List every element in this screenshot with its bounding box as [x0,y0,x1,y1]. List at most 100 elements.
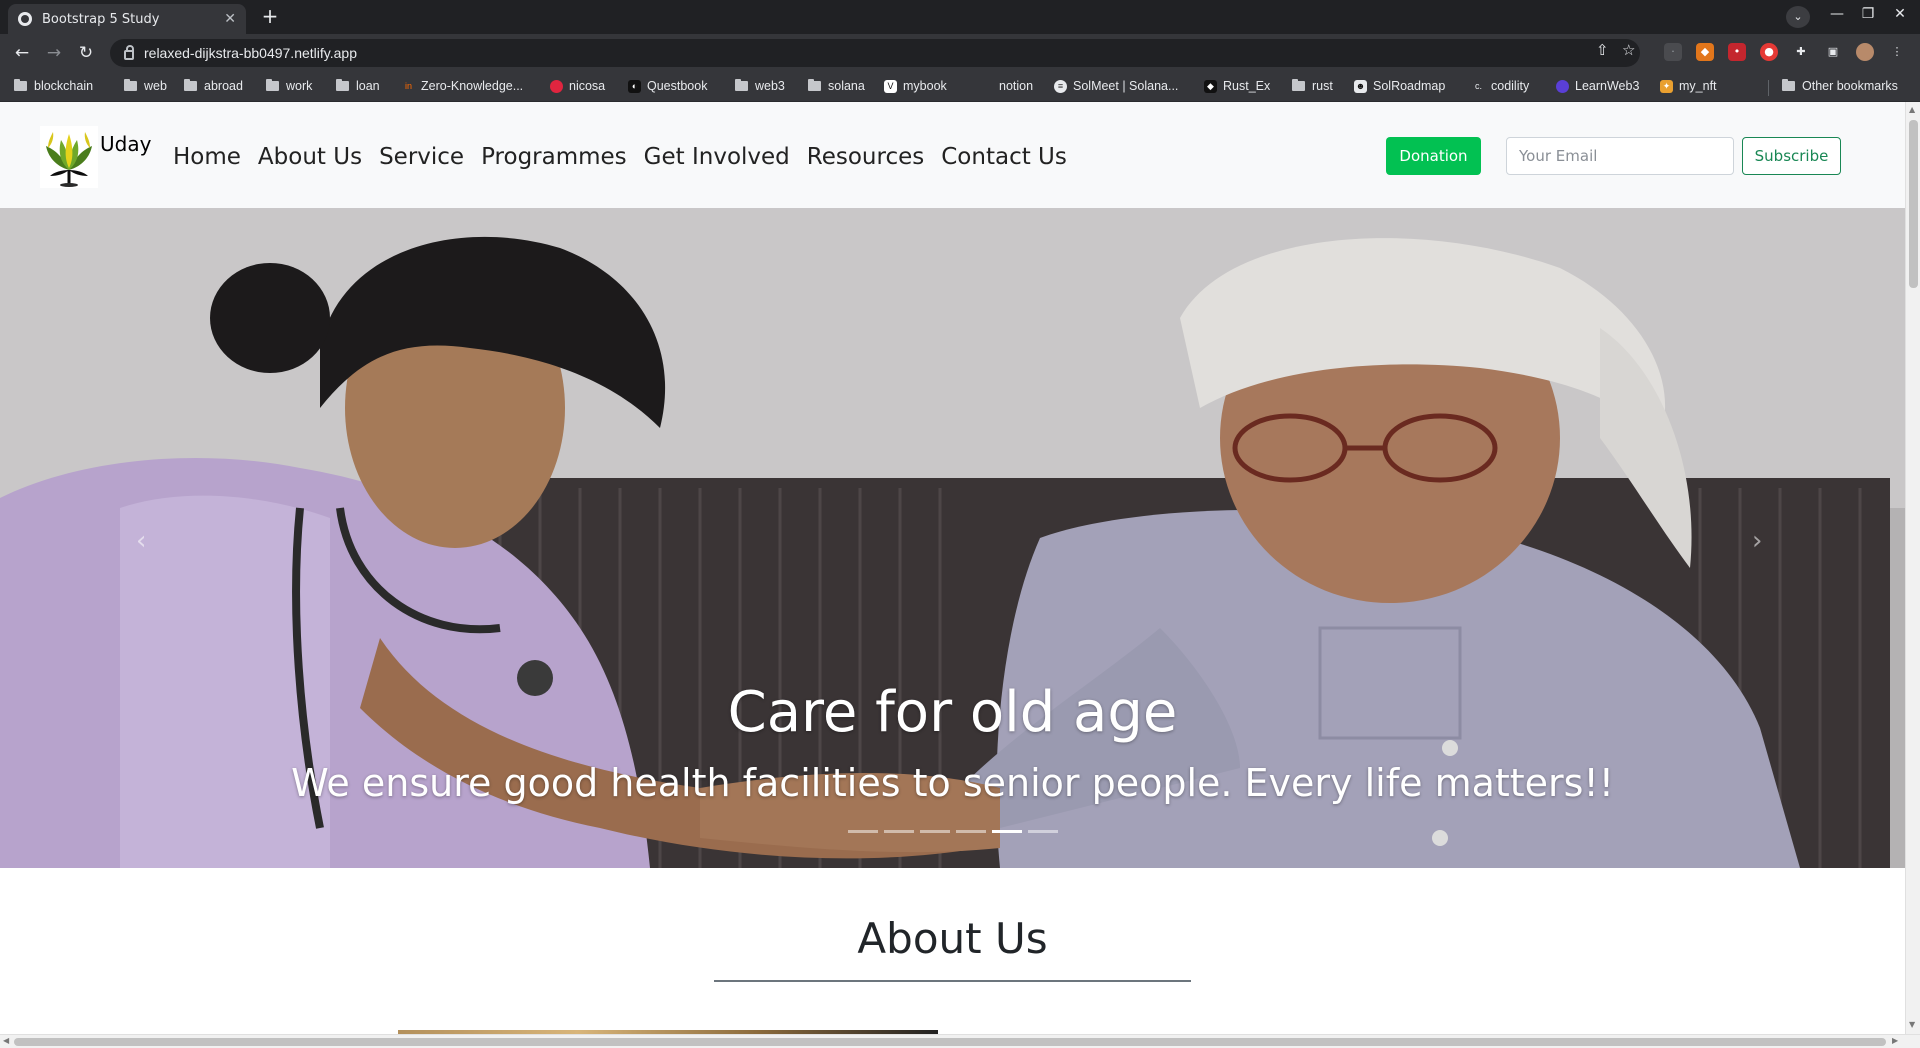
bookmark-item[interactable]: in Zero-Knowledge... [402,79,523,93]
folder-icon [124,79,137,91]
site-icon [980,80,993,93]
globe-icon [18,12,32,26]
minimize-icon[interactable]: — [1822,6,1852,22]
site-icon [550,79,563,93]
bookmark-item[interactable]: Vmybook [884,79,947,93]
forward-icon[interactable]: → [42,42,66,64]
page-viewport: Uday Home About Us Service Programmes Ge… [0,102,1905,1034]
subscribe-button[interactable]: Subscribe [1742,137,1841,175]
folder-icon [808,79,821,91]
folder-icon [1782,79,1795,91]
browser-tab-strip: Bootstrap 5 Study ✕ + ⌄ — ❐ ✕ [0,0,1920,34]
bookmark-item[interactable]: ◐ Questbook [628,79,707,93]
nav-programmes[interactable]: Programmes [481,144,627,170]
hero-carousel: ‹ › Care for old age We ensure good heal… [0,208,1905,868]
vertical-scrollbar[interactable]: ▲ ▼ [1905,102,1920,1034]
bookmark-item[interactable]: notion [980,79,1033,93]
nav-service[interactable]: Service [379,144,464,170]
browser-tab[interactable]: Bootstrap 5 Study ✕ [8,4,246,34]
extension-red-icon[interactable]: • [1728,43,1746,61]
scrollbar-thumb[interactable] [1909,120,1918,288]
site-icon: c. [1474,80,1482,91]
carousel-indicator[interactable] [883,830,914,833]
scroll-right-icon[interactable]: ▶ [1892,1036,1898,1045]
nav-get-involved[interactable]: Get Involved [644,144,790,170]
share-icon[interactable]: ⇧ [1596,41,1609,59]
site-icon: ☻ [1354,79,1367,93]
menu-icon[interactable]: ⋮ [1888,43,1906,61]
folder-icon [14,79,27,91]
back-icon[interactable]: ← [10,42,34,64]
bookmark-item[interactable]: work [266,79,312,93]
bookmark-divider [1768,80,1769,96]
restore-icon[interactable]: ❐ [1853,6,1883,22]
folder-icon [1292,79,1305,91]
email-input[interactable] [1506,137,1734,175]
donation-button[interactable]: Donation [1386,137,1481,175]
horizontal-scrollbar[interactable]: ◀ ▶ [0,1034,1920,1048]
bookmark-item[interactable]: ✦ my_nft [1660,79,1717,93]
bookmark-item[interactable]: c. codility [1472,79,1529,93]
new-tab-button[interactable]: + [256,5,284,29]
nav-contact-us[interactable]: Contact Us [941,144,1067,170]
site-icon: ≡ [1054,79,1067,93]
folder-icon [735,79,748,91]
extension-icon[interactable]: · [1664,43,1682,61]
address-bar[interactable]: relaxed-dijkstra-bb0497.netlify.app ⇧ ☆ [110,39,1640,67]
carousel-indicators [0,830,1905,833]
carousel-indicator[interactable] [919,830,950,833]
extension-record-icon[interactable]: ● [1760,43,1778,61]
about-section-title: About Us [857,914,1048,963]
nav-home[interactable]: Home [173,144,241,170]
bookmark-item[interactable]: ◆ Rust_Ex [1204,79,1270,93]
lock-icon [124,45,134,60]
bookmark-item[interactable]: web [124,79,167,93]
bookmark-item[interactable]: blockchain [14,79,93,93]
reload-icon[interactable]: ↻ [74,42,98,64]
bookmark-item[interactable]: rust [1292,79,1333,93]
main-nav: Home About Us Service Programmes Get Inv… [173,144,1084,170]
bookmark-item[interactable]: web3 [735,79,785,93]
sidebar-icon[interactable]: ▣ [1824,43,1842,61]
bookmark-item[interactable]: ≡ SolMeet | Solana... [1054,79,1178,93]
bookmark-star-icon[interactable]: ☆ [1622,41,1635,59]
tab-title: Bootstrap 5 Study [42,11,160,27]
bookmark-item[interactable]: LearnWeb3 [1556,79,1639,93]
close-window-icon[interactable]: ✕ [1885,6,1915,22]
carousel-indicator[interactable] [847,830,878,833]
folder-icon [184,79,197,91]
about-divider [714,980,1191,982]
site-icon: ✦ [1660,79,1673,93]
bookmark-item[interactable]: loan [336,79,380,93]
scrollbar-thumb[interactable] [14,1038,1886,1046]
puzzle-icon[interactable]: ✚ [1792,43,1810,61]
carousel-indicator-active[interactable] [991,830,1022,833]
brand-name[interactable]: Uday [100,132,151,156]
url-text: relaxed-dijkstra-bb0497.netlify.app [144,45,357,61]
nav-resources[interactable]: Resources [807,144,924,170]
carousel-next-icon[interactable]: › [1752,526,1762,556]
avatar[interactable] [1856,43,1874,61]
bookmark-item[interactable]: abroad [184,79,243,93]
bookmark-item[interactable]: nicosa [550,79,605,93]
scroll-down-icon[interactable]: ▼ [1909,1020,1915,1029]
close-tab-icon[interactable]: ✕ [224,11,236,27]
bookmark-item[interactable]: ☻ SolRoadmap [1354,79,1445,93]
carousel-indicator[interactable] [1027,830,1058,833]
nav-about-us[interactable]: About Us [258,144,362,170]
carousel-prev-icon[interactable]: ‹ [136,526,146,556]
site-navbar: Uday Home About Us Service Programmes Ge… [0,102,1905,208]
site-icon: in [404,80,412,91]
site-icon [1556,79,1569,93]
carousel-indicator[interactable] [955,830,986,833]
other-bookmarks[interactable]: Other bookmarks [1782,79,1898,93]
folder-icon [266,79,279,91]
bookmarks-bar: blockchain web abroad work loan in Zero-K… [0,72,1920,102]
scroll-left-icon[interactable]: ◀ [3,1036,9,1045]
metamask-icon[interactable]: ◆ [1696,43,1714,61]
carousel-caption-title: Care for old age [727,680,1178,745]
tab-search-icon[interactable]: ⌄ [1786,6,1810,28]
lotus-logo-icon[interactable] [40,126,98,188]
scroll-up-icon[interactable]: ▲ [1909,105,1915,114]
bookmark-item[interactable]: solana [808,79,865,93]
